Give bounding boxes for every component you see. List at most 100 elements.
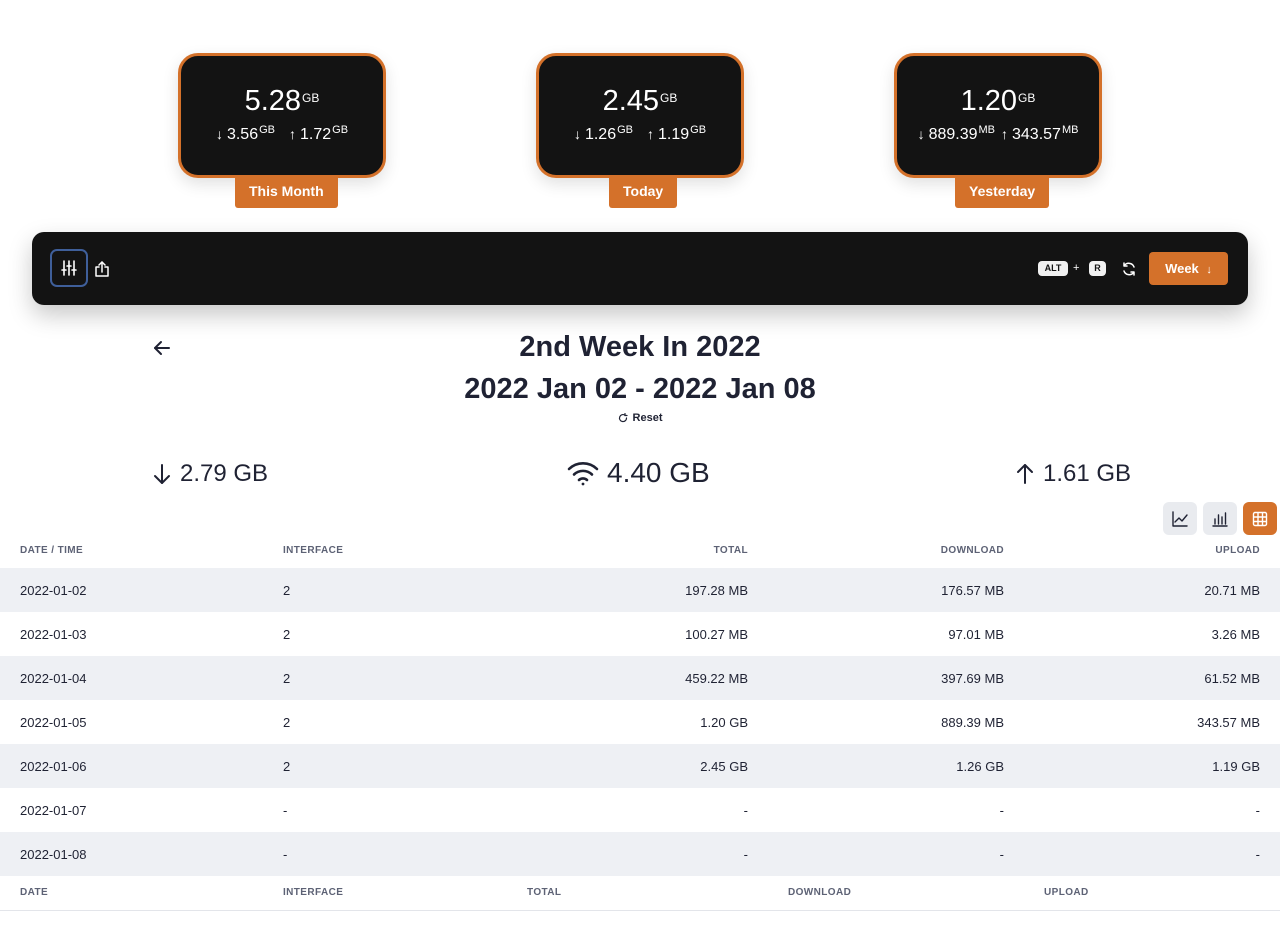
stat-card-today: 2.45GB ↓ 1.26GB ↑ 1.19GB	[536, 53, 744, 178]
cell-download: -	[999, 802, 1004, 818]
wifi-icon	[567, 462, 599, 486]
cell-date: 2022-01-04	[0, 656, 263, 700]
cell-upload: 1.19 GB	[1024, 744, 1280, 788]
cell-total: 459.22 MB	[507, 656, 768, 700]
reset-link[interactable]: Reset	[0, 412, 1280, 424]
period-dropdown-button[interactable]: Week ↓	[1149, 252, 1228, 285]
card-download-unit: GB	[259, 124, 275, 136]
filter-button[interactable]	[50, 249, 88, 287]
cell-date: 2022-01-06	[0, 744, 263, 788]
arrow-up-icon	[1017, 464, 1033, 484]
arrow-down-icon: ↓	[573, 126, 581, 142]
cell-upload: 343.57 MB	[1197, 714, 1260, 730]
cell-download: 97.01 MB	[948, 626, 1004, 642]
cell-download: 1.26 GB	[768, 744, 1024, 788]
card-upload: ↑ 1.72GB	[289, 124, 349, 144]
card-download: ↓ 889.39MB	[917, 124, 996, 144]
column-header-upload[interactable]: UPLOAD	[1024, 532, 1280, 568]
table-header-row: DATE / TIME INTERFACE TOTAL DOWNLOAD UPL…	[0, 532, 1280, 568]
cell-download: 397.69 MB	[768, 656, 1024, 700]
card-total-unit: GB	[302, 91, 320, 105]
total-upload-value: 1.61 GB	[1043, 460, 1132, 487]
sliders-icon	[61, 260, 77, 276]
cell-interface: 2	[283, 626, 291, 642]
cell-date: 2022-01-05	[20, 714, 87, 730]
card-download-value: 889.39	[928, 126, 978, 143]
card-label-this-month: This Month	[235, 177, 338, 208]
cell-interface: 2	[263, 656, 507, 700]
card-label-today: Today	[609, 177, 678, 208]
table-row: 2022-01-08 - - - -	[0, 832, 1280, 876]
table-row: 2022-01-07 - - - -	[0, 788, 1280, 832]
cell-download: 176.57 MB	[768, 568, 1024, 612]
card-upload-unit: MB	[1061, 124, 1079, 136]
refresh-button[interactable]	[1118, 259, 1140, 279]
card-total-unit: GB	[1018, 91, 1036, 105]
cell-date: 2022-01-07	[20, 802, 87, 818]
arrow-up-icon: ↑	[1001, 126, 1008, 142]
arrow-down-icon: ↓	[1206, 264, 1212, 276]
card-total: 5.28	[244, 85, 302, 117]
table-row: 2022-01-02 2 197.28 MB 176.57 MB 20.71 M…	[0, 568, 1280, 612]
line-chart-view-button[interactable]	[1163, 502, 1197, 535]
table-icon	[1252, 511, 1268, 526]
cell-date: 2022-01-08	[0, 832, 263, 876]
reset-label: Reset	[632, 412, 663, 424]
total-download-value: 2.79 GB	[180, 460, 269, 487]
arrow-down-icon: ↓	[917, 126, 925, 142]
cell-total: 1.20 GB	[700, 714, 748, 730]
line-chart-icon	[1172, 510, 1188, 527]
card-upload: ↑ 343.57MB	[1001, 124, 1079, 144]
cell-date: 2022-01-03	[20, 626, 87, 642]
stat-card-yesterday: 1.20GB ↓ 889.39MB ↑ 343.57MB	[894, 53, 1102, 178]
cell-download: -	[768, 832, 1024, 876]
cell-upload: -	[1024, 832, 1280, 876]
card-upload-value: 1.19	[658, 126, 690, 143]
card-upload: ↑ 1.19GB	[647, 124, 706, 144]
cell-total: 2.45 GB	[507, 744, 768, 788]
card-total-unit: GB	[660, 91, 678, 105]
card-download: ↓ 1.26GB	[573, 124, 633, 144]
footer-download: DOWNLOAD	[768, 876, 1024, 911]
cell-interface: 2	[263, 744, 507, 788]
column-header-download[interactable]: DOWNLOAD	[768, 532, 1024, 568]
reset-icon	[618, 412, 628, 423]
cell-interface: -	[263, 832, 507, 876]
column-header-total[interactable]: TOTAL	[507, 532, 768, 568]
period-label: Week	[1165, 261, 1199, 276]
cell-upload: 20.71 MB	[1024, 568, 1280, 612]
table-row: 2022-01-04 2 459.22 MB 397.69 MB 61.52 M…	[0, 656, 1280, 700]
total-traffic-value: 4.40 GB	[607, 457, 710, 488]
bar-chart-icon	[1212, 511, 1228, 527]
card-total: 2.45	[602, 85, 660, 117]
bar-chart-view-button[interactable]	[1203, 502, 1237, 535]
footer-interface: INTERFACE	[263, 876, 507, 911]
footer-upload: UPLOAD	[1024, 876, 1280, 911]
stat-card-this-month: 5.28GB ↓ 3.56GB ↑ 1.72GB	[178, 53, 386, 178]
shortcut-plus: +	[1073, 262, 1080, 274]
usage-table: DATE / TIME INTERFACE TOTAL DOWNLOAD UPL…	[0, 532, 1280, 911]
arrow-up-icon: ↑	[647, 126, 654, 142]
table-view-button[interactable]	[1243, 502, 1277, 535]
card-download-unit: MB	[978, 124, 996, 136]
cell-upload: 61.52 MB	[1024, 656, 1280, 700]
cell-date: 2022-01-02	[0, 568, 263, 612]
column-header-date[interactable]: DATE / TIME	[0, 532, 263, 568]
export-button[interactable]	[90, 258, 114, 280]
card-download: ↓ 3.56GB	[216, 124, 275, 144]
card-upload-value: 343.57	[1012, 126, 1061, 143]
cell-interface: -	[283, 802, 288, 818]
cell-upload: -	[1255, 802, 1260, 818]
shortcut-key-alt: ALT	[1038, 261, 1068, 276]
table-row: 2022-01-06 2 2.45 GB 1.26 GB 1.19 GB	[0, 744, 1280, 788]
cell-total: 100.27 MB	[685, 626, 748, 642]
card-upload-unit: GB	[332, 124, 349, 136]
total-download: 2.79 GB	[152, 460, 268, 488]
footer-total: TOTAL	[507, 876, 768, 911]
card-label-yesterday: Yesterday	[955, 177, 1050, 208]
toolbar: ALT + R Week ↓	[32, 232, 1248, 305]
footer-date: DATE	[0, 876, 263, 911]
column-header-interface[interactable]: INTERFACE	[263, 532, 507, 568]
cell-total: 197.28 MB	[507, 568, 768, 612]
share-icon	[95, 260, 109, 277]
